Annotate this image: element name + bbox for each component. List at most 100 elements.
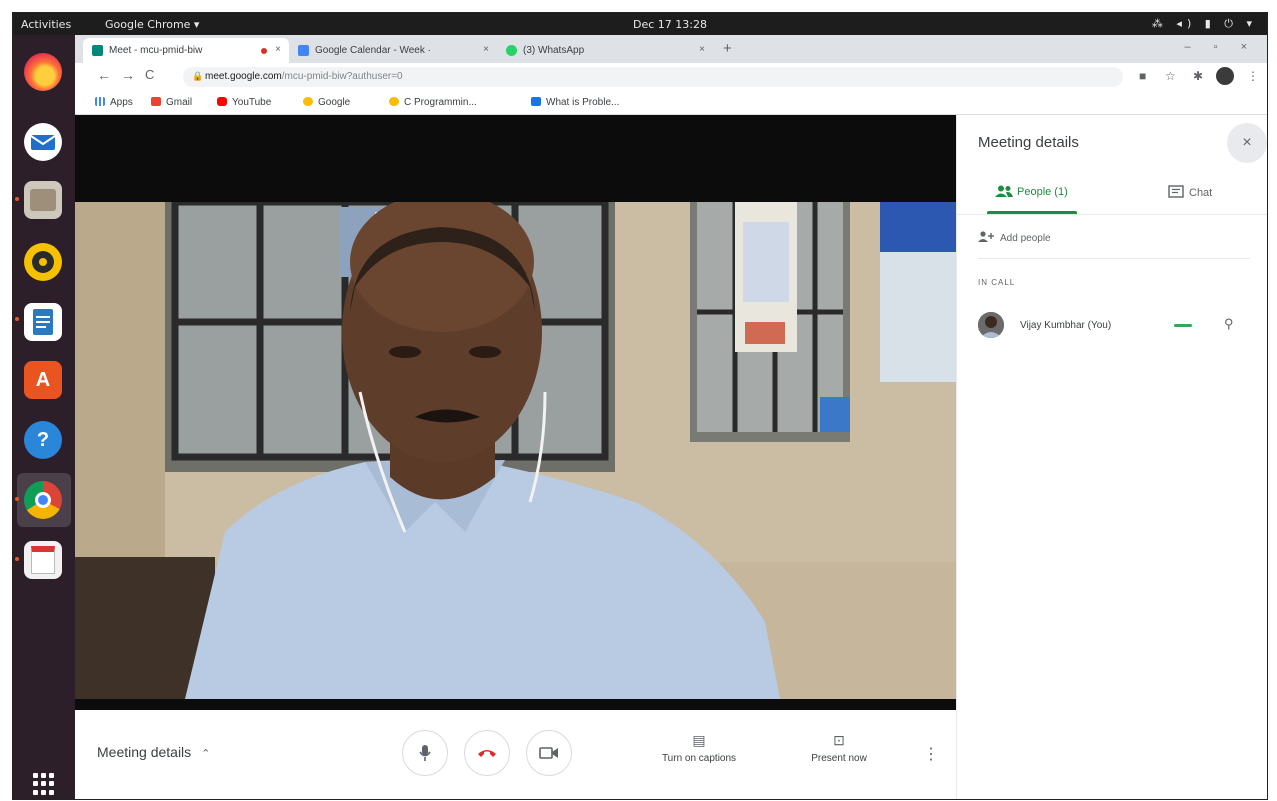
microphone-icon xyxy=(419,745,431,761)
pin-icon[interactable]: ⚲ xyxy=(1224,316,1234,332)
window-controls[interactable]: – ▫ × xyxy=(1184,41,1257,53)
folder-icon xyxy=(30,189,56,211)
app-menu[interactable]: Google Chrome ▾ xyxy=(105,18,199,31)
close-icon: × xyxy=(1242,134,1252,151)
forward-button[interactable]: → xyxy=(121,67,135,83)
camera-button[interactable] xyxy=(526,730,572,776)
captions-button[interactable]: ▤ Turn on captions xyxy=(644,732,754,764)
screenshot-frame: Activities Google Chrome ▾ Dec 17 13:28 … xyxy=(0,0,1277,801)
tab-title: Meet - mcu-pmid-biw xyxy=(109,45,203,56)
meet-favicon-icon xyxy=(92,45,103,56)
system-tray[interactable]: ⁂ ◂) ▮ ⏻ ▾ xyxy=(1152,17,1257,31)
tab-title: (3) WhatsApp xyxy=(523,45,585,56)
present-screen-icon: ⊡ xyxy=(833,732,845,748)
tab-title: Google Calendar - Week · xyxy=(315,45,431,56)
video-camera-icon xyxy=(539,747,558,759)
lock-icon: 🔒 xyxy=(192,71,204,81)
back-button[interactable]: ← xyxy=(97,67,111,83)
captions-label: Turn on captions xyxy=(661,753,737,764)
new-tab-button[interactable]: + xyxy=(723,40,732,57)
firefox-icon[interactable] xyxy=(24,53,62,91)
browser-toolbar: ← → C 🔒 meet.google.com/mcu-pmid-biw?aut… xyxy=(75,63,1267,91)
webcam-frame-image xyxy=(75,202,956,699)
bookmarks-bar: Apps Gmail YouTube Google C Programmin..… xyxy=(75,91,1267,115)
add-person-icon xyxy=(978,231,994,242)
end-call-icon xyxy=(478,750,496,757)
meeting-details-label: Meeting details xyxy=(97,744,192,760)
system-top-bar: Activities Google Chrome ▾ Dec 17 13:28 … xyxy=(13,13,1267,35)
google-icon xyxy=(389,97,399,106)
gmail-icon xyxy=(151,97,161,106)
bookmark-gmail[interactable]: Gmail xyxy=(151,97,192,108)
audio-level-indicator xyxy=(1174,324,1192,327)
present-now-button[interactable]: ⊡ Present now xyxy=(784,732,894,764)
more-options-button[interactable]: ⋮ xyxy=(923,744,939,764)
recording-indicator-icon xyxy=(261,48,267,54)
participant-name: Vijay Kumbhar (You) xyxy=(1020,320,1112,331)
bookmark-star-icon[interactable]: ☆ xyxy=(1165,69,1176,83)
chrome-menu-icon[interactable]: ⋮ xyxy=(1247,69,1259,83)
in-call-header: IN CALL xyxy=(978,278,1016,287)
whatsapp-favicon-icon xyxy=(506,45,517,56)
add-people-label: Add people xyxy=(1000,233,1051,244)
clock[interactable]: Dec 17 13:28 xyxy=(633,18,707,31)
meet-page: Meeting details ⌃ ▤ Turn on captions ⊡ P… xyxy=(75,115,1267,799)
close-panel-button[interactable]: × xyxy=(1227,123,1267,163)
bookmark-youtube[interactable]: YouTube xyxy=(217,97,271,108)
avatar xyxy=(978,312,1004,338)
url-domain: meet.google.com xyxy=(205,71,282,82)
tabs-divider xyxy=(957,214,1267,215)
bookmark-apps[interactable]: Apps xyxy=(95,97,133,108)
tab-chat[interactable]: Chat xyxy=(1168,185,1212,199)
profile-avatar[interactable] xyxy=(1216,67,1234,85)
meet-bottom-bar: Meeting details ⌃ ▤ Turn on captions ⊡ P… xyxy=(75,710,956,799)
tab-people[interactable]: People (1) xyxy=(995,185,1068,198)
thunderbird-icon[interactable] xyxy=(24,123,62,161)
meeting-details-toggle[interactable]: Meeting details ⌃ xyxy=(97,744,210,760)
show-applications-grid-icon[interactable] xyxy=(33,773,55,795)
running-indicator xyxy=(15,317,19,321)
bookmark-c-programming[interactable]: C Programmin... xyxy=(389,97,477,108)
tab-calendar[interactable]: Google Calendar - Week · × xyxy=(289,38,497,63)
running-indicator xyxy=(15,497,19,501)
ubuntu-software-icon[interactable]: A xyxy=(24,361,62,399)
chevron-up-icon: ⌃ xyxy=(201,748,211,760)
close-tab-icon[interactable]: × xyxy=(699,44,705,55)
bookmark-what-is-problem[interactable]: What is Proble... xyxy=(531,97,619,108)
extensions-icon[interactable]: ✱ xyxy=(1193,69,1203,83)
meeting-details-panel: Meeting details × People (1) Chat Add pe… xyxy=(956,115,1267,799)
tab-meet[interactable]: Meet - mcu-pmid-biw × xyxy=(83,38,289,63)
people-icon xyxy=(995,185,1013,197)
youtube-icon xyxy=(217,97,227,106)
reload-button[interactable]: C xyxy=(145,67,154,82)
close-tab-icon[interactable]: × xyxy=(275,44,281,55)
url-path: /mcu-pmid-biw?authuser=0 xyxy=(281,71,403,82)
tab-strip: Meet - mcu-pmid-biw × Google Calendar - … xyxy=(75,35,1267,63)
document-icon xyxy=(33,309,53,335)
help-icon[interactable]: ? xyxy=(24,421,62,459)
tab-whatsapp[interactable]: (3) WhatsApp × xyxy=(497,38,713,63)
chrome-window: Meet - mcu-pmid-biw × Google Calendar - … xyxy=(75,35,1267,799)
google-icon xyxy=(303,97,313,106)
files-icon[interactable] xyxy=(24,181,62,219)
microphone-button[interactable] xyxy=(402,730,448,776)
camera-in-use-icon[interactable]: ■ xyxy=(1139,69,1146,83)
activities-button[interactable]: Activities xyxy=(21,18,71,31)
add-people-button[interactable]: Add people xyxy=(978,231,1051,244)
divider xyxy=(978,258,1250,259)
apps-grid-icon xyxy=(95,97,105,106)
bookmark-google[interactable]: Google xyxy=(303,97,350,108)
libreoffice-writer-icon[interactable] xyxy=(24,303,62,341)
panel-title: Meeting details xyxy=(978,134,1079,151)
video-stage xyxy=(75,115,956,710)
address-bar[interactable]: 🔒 meet.google.com/mcu-pmid-biw?authuser=… xyxy=(183,67,1123,87)
close-tab-icon[interactable]: × xyxy=(483,44,489,55)
chrome-icon[interactable] xyxy=(24,481,62,519)
leave-call-button[interactable] xyxy=(464,730,510,776)
participant-row[interactable]: Vijay Kumbhar (You) ⚲ xyxy=(978,310,1258,340)
calendar-favicon-icon xyxy=(298,45,309,56)
people-tab-label: People (1) xyxy=(1017,186,1068,198)
rhythmbox-icon[interactable] xyxy=(24,243,62,281)
ubuntu-dock: A ? xyxy=(13,35,75,799)
document-scanner-icon[interactable] xyxy=(24,541,62,579)
